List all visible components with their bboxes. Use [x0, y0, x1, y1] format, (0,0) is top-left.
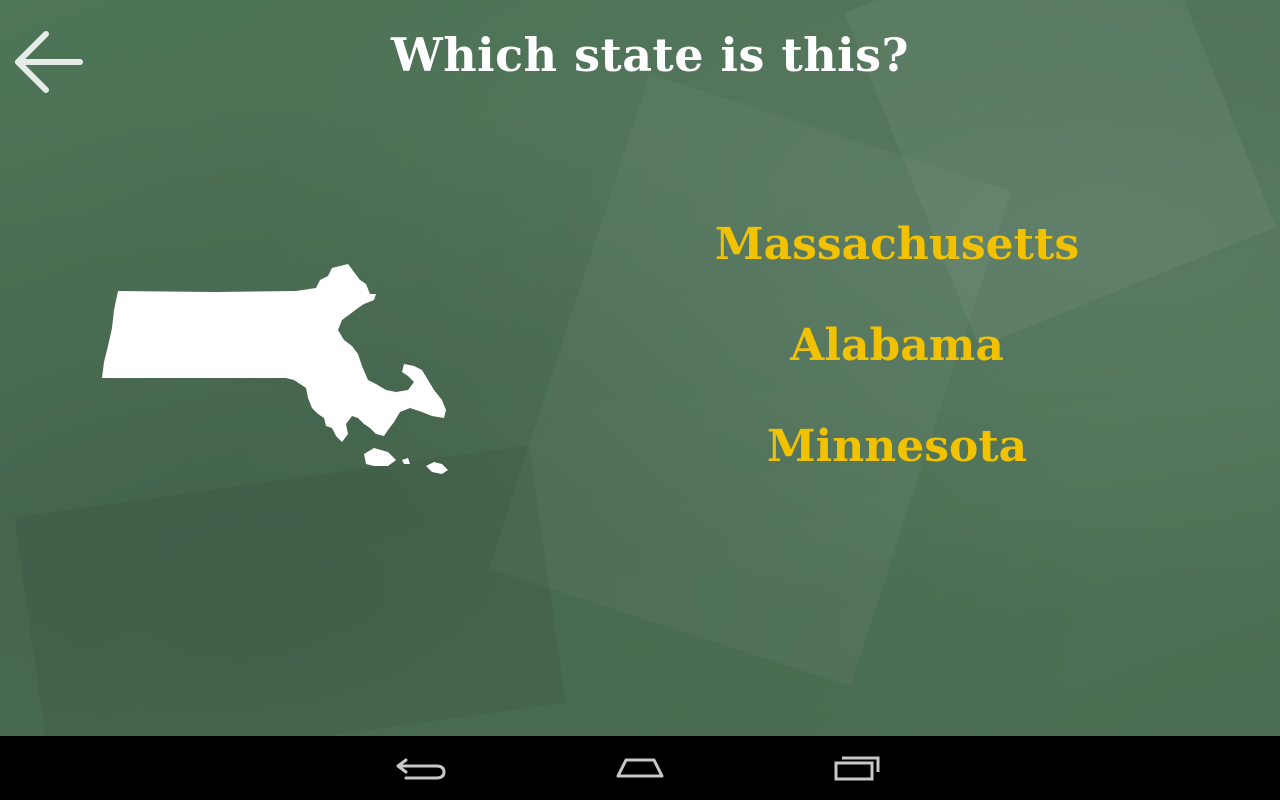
nav-recents-button[interactable] — [818, 746, 898, 790]
chalkboard-background: Which state is this? Massachusetts Alaba… — [0, 0, 1280, 736]
nav-recents-icon — [834, 756, 880, 781]
nav-home-button[interactable] — [600, 746, 680, 790]
answer-option-minnesota[interactable]: Minnesota — [600, 412, 1194, 513]
answer-list: Massachusetts Alabama Minnesota — [600, 210, 1194, 513]
question-title: Which state is this? — [391, 28, 909, 82]
massachusetts-silhouette-icon — [102, 264, 448, 474]
nav-back-icon — [396, 758, 446, 780]
nav-back-button[interactable] — [384, 746, 464, 790]
chalk-smudge — [14, 445, 566, 736]
quiz-screen: Which state is this? Massachusetts Alaba… — [0, 0, 1280, 800]
answer-option-alabama[interactable]: Alabama — [600, 311, 1194, 412]
nav-home-icon — [616, 758, 664, 778]
system-navigation-bar — [0, 736, 1280, 800]
answer-option-massachusetts[interactable]: Massachusetts — [600, 210, 1194, 311]
